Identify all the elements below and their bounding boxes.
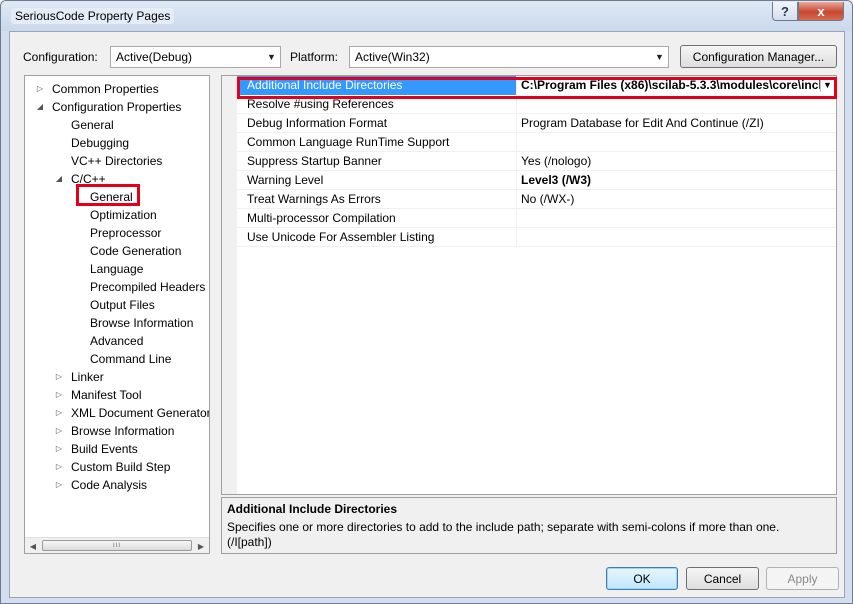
property-row[interactable]: Multi-processor Compilation	[237, 209, 836, 228]
property-value[interactable]: C:\Program Files (x86)\scilab-5.3.3\modu…	[518, 76, 836, 95]
property-name: Treat Warnings As Errors	[237, 190, 517, 209]
property-pages-window: SeriousCode Property Pages ? x Configura…	[0, 0, 853, 604]
tree-item-label: Preprocessor	[90, 226, 162, 240]
tree-item-label: Output Files	[90, 298, 155, 312]
property-value[interactable]	[518, 228, 836, 247]
expanded-triangle-icon[interactable]: ◢	[35, 98, 45, 116]
collapsed-triangle-icon[interactable]: ▷	[54, 458, 64, 476]
property-name: Multi-processor Compilation	[237, 209, 517, 228]
property-row[interactable]: Warning Level Level3 (/W3)	[237, 171, 836, 190]
tree-item-label: Precompiled Headers	[90, 280, 206, 294]
collapsed-triangle-icon[interactable]: ▷	[54, 440, 64, 458]
tree-item-label: Build Events	[71, 442, 138, 456]
property-name: Resolve #using References	[237, 95, 517, 114]
property-row[interactable]: Suppress Startup Banner Yes (/nologo)	[237, 152, 836, 171]
help-button[interactable]: ?	[772, 2, 798, 21]
scroll-left-icon[interactable]: ◀	[25, 538, 41, 553]
property-name: Additional Include Directories	[237, 76, 517, 95]
property-value[interactable]: Level3 (/W3)	[518, 171, 836, 190]
close-button[interactable]: x	[798, 2, 844, 21]
configuration-manager-button[interactable]: Configuration Manager...	[680, 45, 837, 68]
ok-button[interactable]: OK	[606, 567, 678, 590]
window-title: SeriousCode Property Pages	[11, 8, 175, 24]
property-name: Warning Level	[237, 171, 517, 190]
horizontal-scrollbar[interactable]: ◀ III ▶	[25, 537, 209, 553]
cancel-button[interactable]: Cancel	[686, 567, 759, 590]
property-value[interactable]: No (/WX-)	[518, 190, 836, 209]
description-panel: Additional Include Directories Specifies…	[221, 497, 837, 554]
property-value[interactable]	[518, 95, 836, 114]
chevron-down-icon: ▼	[655, 52, 664, 62]
collapsed-triangle-icon[interactable]: ▷	[35, 80, 45, 98]
scroll-right-icon[interactable]: ▶	[193, 538, 209, 553]
tree-item-label: Advanced	[90, 334, 144, 348]
grid-gutter	[222, 76, 237, 494]
property-row[interactable]: Debug Information Format Program Database…	[237, 114, 836, 133]
property-value[interactable]	[518, 133, 836, 152]
tree-item-label: General	[90, 190, 133, 204]
tree-item-label: Manifest Tool	[71, 388, 142, 402]
tree-item-label: General	[71, 118, 114, 132]
title-bar[interactable]: SeriousCode Property Pages ? x	[1, 1, 852, 31]
tree-item-label: Code Analysis	[71, 478, 148, 492]
property-grid[interactable]: Additional Include Directories C:\Program…	[221, 75, 837, 495]
property-value[interactable]	[518, 209, 836, 228]
background-window-blur	[331, 5, 481, 19]
tree-item-label: Optimization	[90, 208, 157, 222]
platform-label: Platform:	[290, 50, 339, 64]
tree-item-label: Browse Information	[90, 316, 194, 330]
chevron-down-icon[interactable]: ▼	[820, 77, 834, 92]
property-row[interactable]: Treat Warnings As Errors No (/WX-)	[237, 190, 836, 209]
property-value[interactable]: Program Database for Edit And Continue (…	[518, 114, 836, 133]
property-value[interactable]: Yes (/nologo)	[518, 152, 836, 171]
tree-item-label: Custom Build Step	[71, 460, 171, 474]
configuration-label: Configuration:	[23, 50, 98, 64]
description-text: Specifies one or more directories to add…	[227, 520, 780, 549]
configuration-dropdown[interactable]: Active(Debug) ▼	[110, 46, 281, 68]
dialog-client-area: Configuration: Active(Debug) ▼ Platform:…	[9, 31, 845, 598]
property-row[interactable]: Additional Include Directories C:\Program…	[237, 76, 836, 95]
property-name: Use Unicode For Assembler Listing	[237, 228, 517, 247]
collapsed-triangle-icon[interactable]: ▷	[54, 476, 64, 494]
collapsed-triangle-icon[interactable]: ▷	[54, 422, 64, 440]
tree-item-label: Browse Information	[71, 424, 175, 438]
apply-button[interactable]: Apply	[766, 567, 839, 590]
tree-item-label: XML Document Generator	[71, 406, 210, 420]
expanded-triangle-icon[interactable]: ◢	[54, 170, 64, 188]
tree-item-label: C/C++	[71, 172, 106, 186]
tree-item-label: Configuration Properties	[52, 100, 182, 114]
tree-item-label: VC++ Directories	[71, 154, 163, 168]
collapsed-triangle-icon[interactable]: ▷	[54, 404, 64, 422]
collapsed-triangle-icon[interactable]: ▷	[54, 368, 64, 386]
property-name: Common Language RunTime Support	[237, 133, 517, 152]
property-row[interactable]: Common Language RunTime Support	[237, 133, 836, 152]
description-title: Additional Include Directories	[227, 502, 398, 516]
tree-item-label: Code Generation	[90, 244, 182, 258]
scroll-thumb[interactable]: III	[42, 540, 192, 551]
property-name: Suppress Startup Banner	[237, 152, 517, 171]
tree-item-label: Linker	[71, 370, 104, 384]
platform-dropdown[interactable]: Active(Win32) ▼	[349, 46, 669, 68]
property-tree[interactable]: ▷ Common Properties ◢ Configuration Propert…	[24, 75, 210, 554]
chevron-down-icon: ▼	[267, 52, 276, 62]
collapsed-triangle-icon[interactable]: ▷	[54, 386, 64, 404]
configuration-value: Active(Debug)	[116, 50, 193, 64]
tree-item-label: Common Properties	[52, 82, 159, 96]
property-name: Debug Information Format	[237, 114, 517, 133]
tree-item-label: Debugging	[71, 136, 130, 150]
platform-value: Active(Win32)	[355, 50, 430, 64]
tree-item-label: Language	[90, 262, 144, 276]
property-row[interactable]: Resolve #using References	[237, 95, 836, 114]
tree-item-label: Command Line	[90, 352, 172, 366]
property-row[interactable]: Use Unicode For Assembler Listing	[237, 228, 836, 247]
